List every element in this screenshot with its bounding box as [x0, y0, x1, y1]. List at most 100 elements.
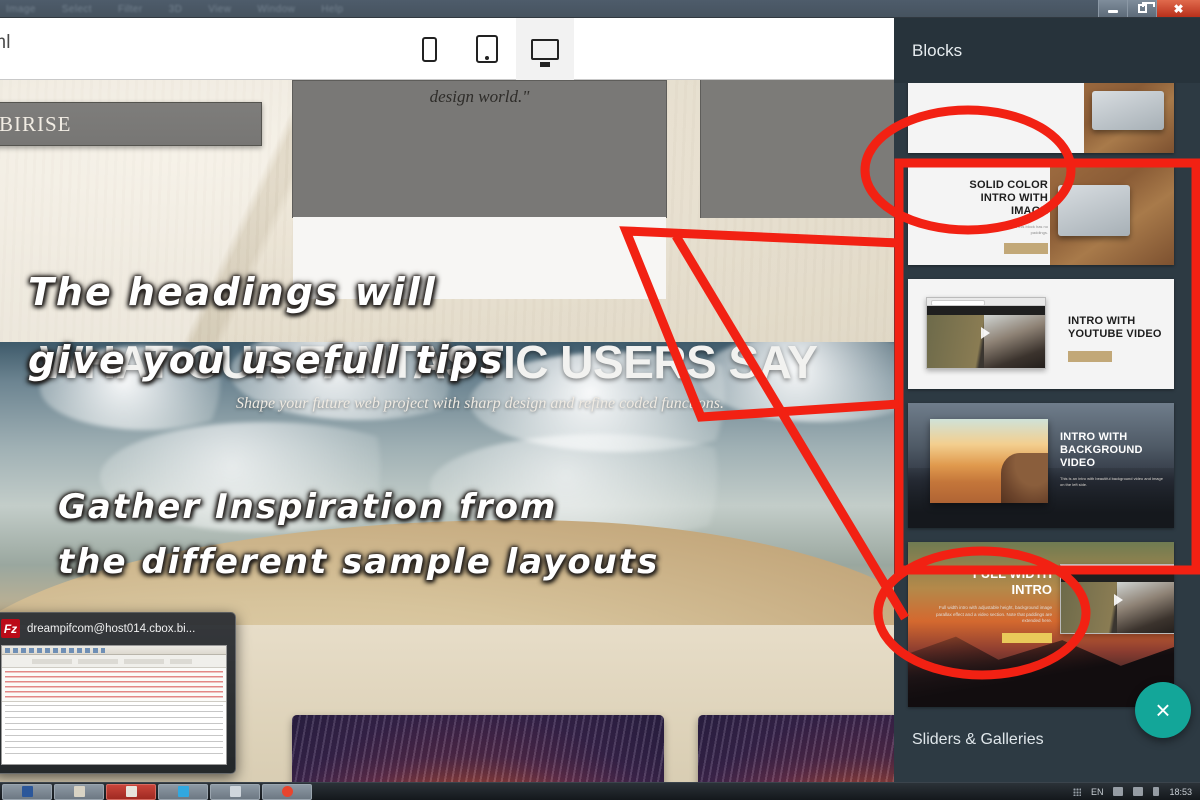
windows-taskbar[interactable]: EN 18:53 — [0, 782, 1200, 800]
device-desktop-button[interactable] — [516, 18, 574, 80]
menu-item-help[interactable]: Help — [321, 4, 343, 15]
browser-viewport — [927, 315, 1045, 368]
site-brand[interactable]: BIRISE — [0, 112, 72, 137]
block-thumb-image-desert — [930, 419, 1048, 503]
block-intro-with-youtube-video[interactable]: INTRO WITH YOUTUBE VIDEO — [908, 279, 1174, 389]
menu-item-view[interactable]: View — [208, 4, 231, 15]
block-thumb-text: FULL WIDTH INTRO Full width intro with a… — [922, 566, 1052, 648]
browser-address-bar — [1061, 565, 1174, 573]
filezilla-preview-title-row: Fz dreampifcom@host014.cbox.bi... — [0, 613, 235, 644]
menu-item-window[interactable]: Window — [257, 4, 295, 15]
taskbar-item-notepad[interactable] — [210, 783, 260, 800]
testimonial-card[interactable]: design world." — [292, 80, 667, 299]
action-center-icon[interactable] — [1153, 787, 1160, 796]
filezilla-connection-fields — [2, 655, 226, 668]
taskbar-item-word[interactable] — [2, 783, 52, 800]
block-thumb-text — [918, 83, 1048, 87]
block-thumb-text: SOLID COLOR INTRO WITH IMAGE Solid color… — [918, 179, 1048, 259]
explorer-icon — [73, 786, 85, 797]
testimonial-card-secondary[interactable] — [700, 80, 894, 218]
menu-item-select[interactable]: Select — [62, 4, 92, 15]
annotation-text-inspiration: Gather Inspiration from the different sa… — [58, 480, 659, 590]
network-icon[interactable] — [1113, 787, 1124, 796]
blocks-list[interactable]: SOLID COLOR INTRO WITH IMAGE Solid color… — [894, 83, 1200, 716]
block-thumb-button — [1002, 632, 1052, 643]
block-thumb-button — [1004, 243, 1048, 254]
mobile-icon — [421, 36, 437, 62]
taskbar-item-explorer[interactable] — [54, 783, 104, 800]
block-thumb-browser-mockup — [926, 297, 1046, 369]
volume-icon[interactable] — [1133, 787, 1144, 796]
desktop-icon — [531, 38, 559, 60]
block-title-line: FULL WIDTH — [972, 566, 1052, 581]
device-tablet-button[interactable] — [458, 18, 516, 80]
close-button[interactable]: ✖ — [1156, 0, 1200, 17]
opera-icon — [281, 786, 293, 797]
close-panel-button[interactable]: × — [1135, 682, 1191, 738]
block-intro-with-background-video[interactable]: INTRO WITH BACKGROUND VIDEO This is an i… — [908, 403, 1174, 528]
annotation-text-headings: The headings will give you usefull tips — [28, 258, 504, 394]
block-title-line: INTRO WITH — [1068, 315, 1136, 327]
block-title-line: VIDEO — [1060, 457, 1096, 469]
minimize-button[interactable] — [1098, 0, 1127, 17]
device-mobile-button[interactable] — [400, 18, 458, 80]
hero-subtitle: Shape your future web project with sharp… — [236, 395, 724, 412]
browser-site-nav — [1061, 573, 1174, 582]
tray-language[interactable]: EN — [1091, 787, 1104, 797]
restore-icon — [1137, 2, 1155, 13]
menu-item-3d[interactable]: 3D — [169, 4, 183, 15]
block-thumb-image-laptop — [1050, 167, 1174, 265]
restore-button[interactable] — [1127, 0, 1156, 17]
block-thumbnail[interactable] — [908, 83, 1174, 153]
blocks-panel-header: Blocks — [894, 18, 1200, 83]
filezilla-file-panes — [2, 702, 226, 764]
menu-list: Image Select Filter 3D View Window Help — [0, 0, 1200, 18]
annotation-line: The headings will — [28, 270, 437, 314]
testimonial-quote: design world." — [429, 87, 530, 106]
window-controls: ✖ — [1098, 0, 1200, 17]
block-title-line: BACKGROUND — [1060, 444, 1143, 456]
block-thumb-text: INTRO WITH BACKGROUND VIDEO This is an i… — [1060, 431, 1166, 488]
taskbar-item-opera[interactable] — [262, 783, 312, 800]
tray-overflow-icon[interactable] — [1072, 787, 1081, 796]
block-thumb-text: INTRO WITH YOUTUBE VIDEO — [1068, 315, 1162, 367]
menu-item-image[interactable]: Image — [6, 4, 36, 15]
block-thumb-desc: Full width intro with adjustable height,… — [936, 605, 1052, 623]
block-title-line: INTRO — [1011, 582, 1052, 597]
notepad-icon — [229, 786, 241, 797]
filezilla-toolbar — [2, 646, 226, 655]
taskbar-item-photoshop[interactable] — [158, 783, 208, 800]
block-solid-color-intro-with-image[interactable]: SOLID COLOR INTRO WITH IMAGE Solid color… — [908, 167, 1174, 265]
editor-toolbar: html — [0, 18, 894, 80]
browser-site-nav — [927, 306, 1045, 315]
browser-viewport — [1061, 582, 1174, 633]
play-icon — [1114, 593, 1124, 606]
annotation-line: Gather Inspiration from — [58, 487, 558, 527]
photoshop-icon — [177, 786, 189, 797]
tablet-icon — [476, 35, 498, 63]
word-icon — [21, 786, 33, 797]
open-file-name[interactable]: html — [0, 32, 11, 54]
taskbar-item-filezilla[interactable] — [106, 783, 156, 800]
block-title-line: YOUTUBE VIDEO — [1068, 328, 1162, 340]
block-title-line: INTRO WITH — [980, 192, 1048, 204]
filezilla-icon — [125, 786, 137, 797]
site-navbar[interactable]: BIRISE — [0, 102, 262, 146]
block-full-width-intro[interactable]: FULL WIDTH INTRO Full width intro with a… — [908, 542, 1174, 707]
filezilla-window-thumbnail[interactable] — [1, 645, 227, 765]
host-app-menubar: Image Select Filter 3D View Window Help … — [0, 0, 1200, 18]
block-title-line: INTRO WITH — [1060, 431, 1128, 443]
block-thumb-browser-mockup — [1060, 564, 1174, 634]
menu-item-filter[interactable]: Filter — [118, 4, 143, 15]
system-tray[interactable]: EN 18:53 — [1072, 787, 1200, 797]
filezilla-window-title: dreampifcom@host014.cbox.bi... — [27, 622, 196, 635]
block-title-line: SOLID COLOR — [969, 179, 1048, 191]
annotation-line: the different sample layouts — [58, 542, 660, 582]
block-thumb-image — [1084, 83, 1174, 153]
annotation-line: give you usefull tips — [28, 338, 505, 382]
block-thumb-desc: Solid color intro with an image on the r… — [925, 224, 1048, 235]
tray-clock[interactable]: 18:53 — [1169, 787, 1192, 797]
filezilla-message-log — [2, 668, 226, 702]
filezilla-taskbar-preview[interactable]: Fz dreampifcom@host014.cbox.bi... — [0, 612, 236, 774]
blocks-panel[interactable]: Blocks SOLID COLOR INTRO WITH IMAGE Soli… — [894, 18, 1200, 782]
